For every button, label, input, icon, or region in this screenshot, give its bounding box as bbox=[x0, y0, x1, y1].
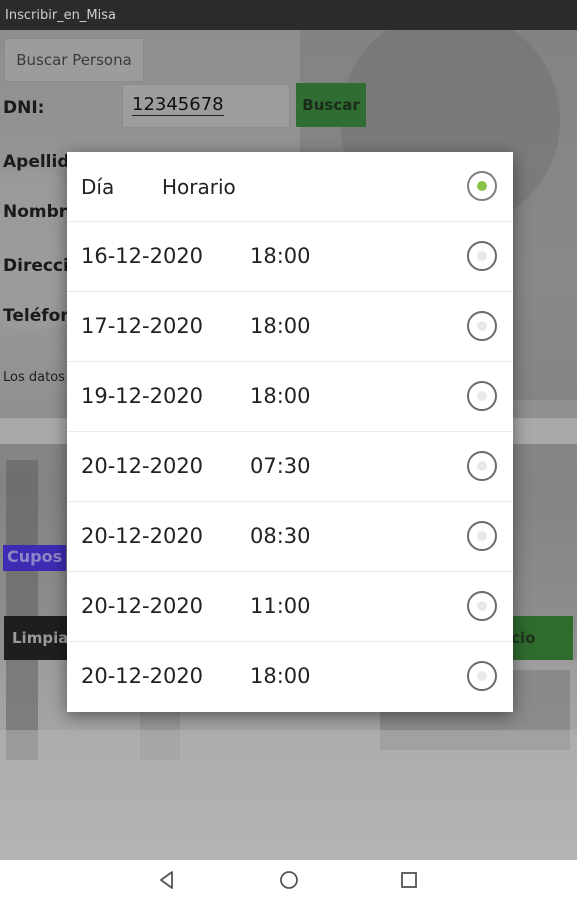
row-date: 20-12-2020 bbox=[81, 594, 204, 618]
dia-header: Día bbox=[81, 175, 115, 199]
row-time: 07:30 bbox=[250, 454, 311, 478]
radio-button[interactable] bbox=[467, 661, 497, 691]
row-time: 18:00 bbox=[250, 314, 311, 338]
row-time: 18:00 bbox=[250, 244, 311, 268]
radio-button[interactable] bbox=[467, 451, 497, 481]
radio-button[interactable] bbox=[467, 381, 497, 411]
schedule-row[interactable]: 20-12-2020 18:00 bbox=[67, 642, 513, 712]
direccion-label: Direcci bbox=[3, 256, 69, 276]
row-time: 18:00 bbox=[250, 384, 311, 408]
home-icon[interactable] bbox=[278, 869, 300, 891]
row-date: 17-12-2020 bbox=[81, 314, 204, 338]
title-bar: Inscribir_en_Misa bbox=[0, 0, 577, 30]
radio-button[interactable] bbox=[467, 311, 497, 341]
schedule-row[interactable]: 20-12-2020 08:30 bbox=[67, 502, 513, 572]
row-time: 18:00 bbox=[250, 664, 311, 688]
row-time: 11:00 bbox=[250, 594, 311, 618]
row-date: 16-12-2020 bbox=[81, 244, 204, 268]
telefono-label: Teléfon bbox=[3, 306, 73, 326]
radio-button[interactable] bbox=[467, 591, 497, 621]
horario-header: Horario bbox=[162, 175, 236, 199]
buscar-persona-button[interactable]: Buscar Persona bbox=[4, 38, 144, 82]
schedule-row[interactable]: 20-12-2020 11:00 bbox=[67, 572, 513, 642]
dni-value: 12345678 bbox=[132, 94, 224, 116]
schedule-row[interactable]: 17-12-2020 18:00 bbox=[67, 292, 513, 362]
radio-button-header[interactable] bbox=[467, 171, 497, 201]
radio-button[interactable] bbox=[467, 521, 497, 551]
row-date: 19-12-2020 bbox=[81, 384, 204, 408]
row-date: 20-12-2020 bbox=[81, 454, 204, 478]
schedule-dialog: Día Horario 16-12-2020 18:00 17-12-2020 … bbox=[67, 152, 513, 712]
schedule-row[interactable]: 20-12-2020 07:30 bbox=[67, 432, 513, 502]
cupos-label: Cupos bbox=[3, 545, 67, 571]
row-date: 20-12-2020 bbox=[81, 524, 204, 548]
back-icon[interactable] bbox=[156, 869, 178, 891]
radio-button[interactable] bbox=[467, 241, 497, 271]
row-date: 20-12-2020 bbox=[81, 664, 204, 688]
navigation-bar bbox=[0, 860, 577, 900]
app-title: Inscribir_en_Misa bbox=[5, 8, 116, 23]
schedule-row[interactable]: 16-12-2020 18:00 bbox=[67, 222, 513, 292]
row-time: 08:30 bbox=[250, 524, 311, 548]
dni-label: DNI: bbox=[3, 98, 45, 118]
buscar-button[interactable]: Buscar bbox=[296, 83, 366, 127]
dni-input[interactable]: 12345678 bbox=[122, 84, 290, 128]
recents-icon[interactable] bbox=[398, 869, 420, 891]
schedule-row[interactable]: 19-12-2020 18:00 bbox=[67, 362, 513, 432]
dialog-header-row[interactable]: Día Horario bbox=[67, 152, 513, 222]
datos-text: Los datos bbox=[3, 370, 65, 385]
